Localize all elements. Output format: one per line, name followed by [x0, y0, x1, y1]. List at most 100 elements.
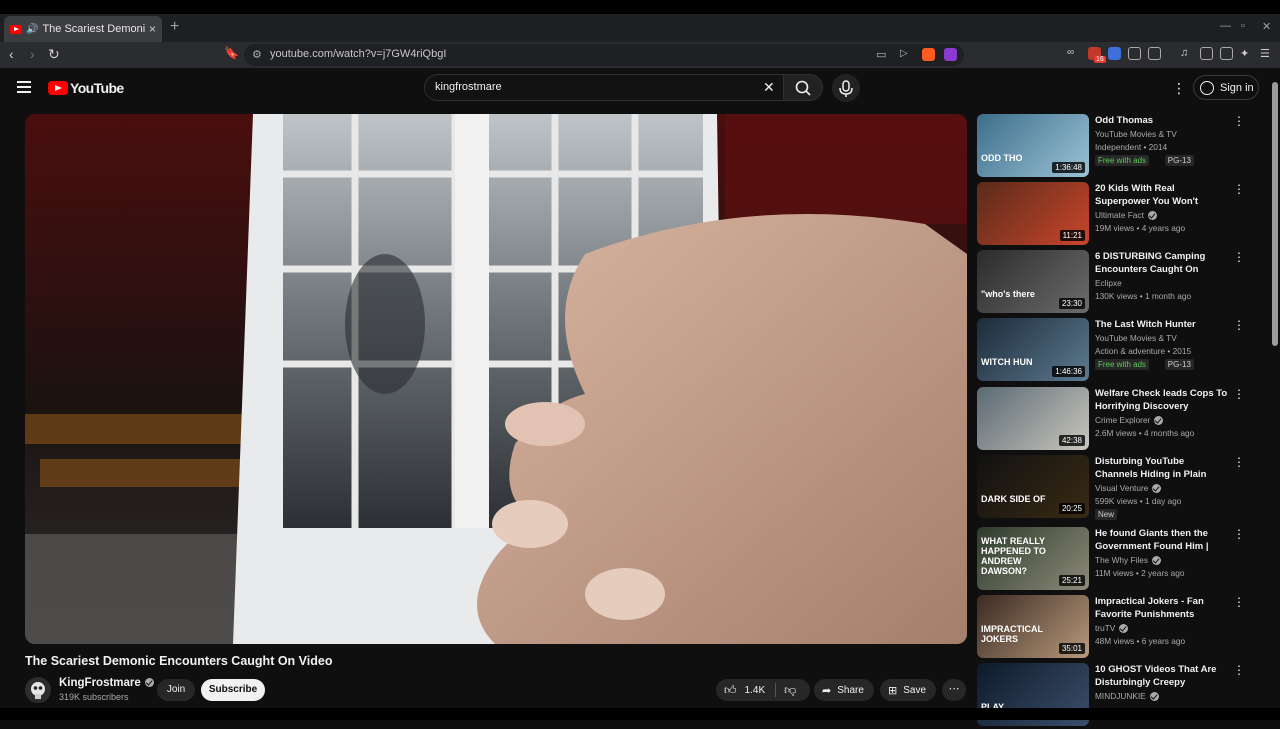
thumbnail-overlay-text: WHAT REALLY HAPPENED TO ANDREW DAWSON?	[981, 536, 1046, 576]
recommendation-item[interactable]: 11:21 20 Kids With Real Superpower You Wo…	[977, 182, 1257, 248]
puzzle-extension-icon[interactable]	[1128, 47, 1141, 60]
recommendation-kebab-icon[interactable]: ⋮	[1233, 663, 1245, 677]
video-thumbnail[interactable]: WHAT REALLY HAPPENED TO ANDREW DAWSON? 25…	[977, 527, 1089, 590]
speaker-icon[interactable]: 🔊	[26, 24, 38, 35]
recommendation-channel[interactable]: The Why Files	[1095, 555, 1162, 566]
hamburger-menu-icon[interactable]	[17, 81, 31, 93]
thumbnail-overlay-text: ODD THO	[981, 153, 1023, 163]
recommendation-title[interactable]: 10 GHOST Videos That Are Disturbingly Cr…	[1095, 663, 1229, 689]
recommendation-channel-label: Crime Explorer	[1095, 415, 1151, 425]
settings-kebab-icon[interactable]: ⋮	[1172, 80, 1186, 97]
like-count[interactable]: 1.4K	[745, 685, 766, 696]
minimize-icon[interactable]: —	[1220, 20, 1231, 32]
channel-name[interactable]: KingFrostmare	[59, 677, 154, 689]
clear-search-icon[interactable]: ✕	[763, 79, 775, 96]
recommendation-title[interactable]: Disturbing YouTube Channels Hiding in Pl…	[1095, 455, 1229, 481]
address-bar[interactable]: ⚙ youtube.com/watch?v=j7GW4riQbgI ▭ ▷	[244, 44, 964, 66]
thumbnail-overlay-text: DARK SIDE OF	[981, 494, 1046, 504]
music-icon[interactable]: ♫	[1180, 47, 1193, 60]
share-button[interactable]: ➦ Share	[814, 679, 874, 701]
recommendation-title[interactable]: The Last Witch Hunter	[1095, 318, 1229, 331]
more-actions-button[interactable]: ⋯	[942, 679, 966, 701]
leo-ai-icon[interactable]: ✦	[1240, 47, 1253, 60]
maximize-icon[interactable]: ▫	[1241, 20, 1245, 32]
dislike-icon[interactable]: 👎︎	[784, 683, 796, 698]
recommendation-channel[interactable]: YouTube Movies & TV	[1095, 333, 1177, 343]
recommendation-kebab-icon[interactable]: ⋮	[1233, 387, 1245, 401]
recommendation-kebab-icon[interactable]: ⋮	[1233, 114, 1245, 128]
verified-icon	[144, 678, 154, 688]
recommendation-title[interactable]: He found Giants then the Government Foun…	[1095, 527, 1229, 553]
wallet-icon[interactable]	[1220, 47, 1233, 60]
site-settings-icon[interactable]: ⚙	[252, 48, 262, 61]
bookmark-icon[interactable]: 🔖	[224, 46, 239, 60]
channel-avatar[interactable]	[25, 677, 51, 703]
search-button[interactable]	[783, 74, 823, 101]
recommendation-title[interactable]: Odd Thomas	[1095, 114, 1229, 127]
scrollbar-thumb[interactable]	[1272, 82, 1278, 346]
recommendation-item[interactable]: IMPRACTICAL JOKERS 35:01 Impractical Joker…	[977, 595, 1257, 661]
subscribe-button[interactable]: Subscribe	[201, 679, 265, 701]
voice-search-button[interactable]	[832, 74, 860, 102]
recommendation-kebab-icon[interactable]: ⋮	[1233, 250, 1245, 264]
video-thumbnail[interactable]: WITCH HUN 1:46:36	[977, 318, 1089, 381]
cast-icon[interactable]: ▭	[876, 48, 886, 61]
recommendation-channel[interactable]: truTV	[1095, 623, 1129, 634]
recommendation-channel[interactable]: Eclipxe	[1095, 278, 1122, 288]
menu-icon[interactable]: ☰	[1260, 47, 1273, 60]
save-icon: ⊞	[888, 684, 898, 697]
recommendation-channel-label: Eclipxe	[1095, 278, 1122, 288]
recommendation-title[interactable]: Welfare Check leads Cops To Horrifying D…	[1095, 387, 1229, 413]
recommendation-title[interactable]: 20 Kids With Real Superpower You Won't B…	[1095, 182, 1229, 208]
extension-blue-icon[interactable]	[1108, 47, 1121, 60]
recommendation-item[interactable]: WHAT REALLY HAPPENED TO ANDREW DAWSON? 25…	[977, 527, 1257, 593]
recommendation-item[interactable]: 42:38 Welfare Check leads Cops To Horrify…	[977, 387, 1257, 453]
recommendation-channel[interactable]: Visual Venture	[1095, 483, 1162, 494]
video-thumbnail[interactable]: IMPRACTICAL JOKERS 35:01	[977, 595, 1089, 658]
brave-rewards-icon[interactable]	[944, 48, 957, 61]
recommendation-kebab-icon[interactable]: ⋮	[1233, 595, 1245, 609]
video-thumbnail[interactable]: 42:38	[977, 387, 1089, 450]
recommendation-item[interactable]: DARK SIDE OF 20:25 Disturbing YouTube Chan…	[977, 455, 1257, 521]
recommendation-channel[interactable]: Ultimate Fact	[1095, 210, 1157, 221]
video-thumbnail[interactable]: DARK SIDE OF 20:25	[977, 455, 1089, 518]
recommendation-item[interactable]: "who's there 23:30 6 DISTURBING Camping En…	[977, 250, 1257, 316]
recommendation-kebab-icon[interactable]: ⋮	[1233, 318, 1245, 332]
recommendation-channel[interactable]: Crime Explorer	[1095, 415, 1164, 426]
send-icon[interactable]: ▷	[900, 48, 908, 59]
sidebar-icon[interactable]	[1200, 47, 1213, 60]
join-button[interactable]: Join	[157, 679, 195, 701]
recommendation-channel[interactable]: YouTube Movies & TV	[1095, 129, 1177, 139]
share-label: Share	[837, 684, 864, 696]
search-input[interactable]: kingfrostmare ✕	[424, 74, 784, 101]
glasses-extension-icon[interactable]: ∞	[1067, 47, 1080, 60]
save-button[interactable]: ⊞ Save	[880, 679, 936, 701]
brave-shield-icon[interactable]	[922, 48, 935, 61]
reload-icon[interactable]: ↻	[48, 46, 60, 63]
recommendation-kebab-icon[interactable]: ⋮	[1233, 527, 1245, 541]
search-icon	[795, 80, 811, 96]
recommendation-item[interactable]: ODD THO 1:36:48 Odd Thomas YouTube Movies &…	[977, 114, 1257, 180]
scrollbar[interactable]	[1270, 68, 1280, 708]
video-thumbnail[interactable]: "who's there 23:30	[977, 250, 1089, 313]
close-window-icon[interactable]: ✕	[1262, 20, 1271, 33]
forward-icon[interactable]: ›	[30, 46, 35, 62]
recommendation-kebab-icon[interactable]: ⋮	[1233, 182, 1245, 196]
browser-tab-active[interactable]: 🔊 The Scariest Demonic En ×	[4, 16, 162, 42]
recommendation-channel-label: YouTube Movies & TV	[1095, 333, 1177, 343]
video-thumbnail[interactable]: ODD THO 1:36:48	[977, 114, 1089, 177]
new-tab-button[interactable]: +	[170, 18, 179, 36]
recommendation-item[interactable]: WITCH HUN 1:46:36 The Last Witch Hunter You…	[977, 318, 1257, 384]
recommendation-title[interactable]: Impractical Jokers - Fan Favorite Punish…	[1095, 595, 1229, 621]
recommendation-kebab-icon[interactable]: ⋮	[1233, 455, 1245, 469]
recommendation-title[interactable]: 6 DISTURBING Camping Encounters Caught O…	[1095, 250, 1229, 276]
tab-close-icon[interactable]: ×	[149, 22, 156, 36]
video-player[interactable]	[25, 114, 967, 644]
youtube-logo[interactable]: YouTube	[48, 80, 124, 96]
video-thumbnail[interactable]: 11:21	[977, 182, 1089, 245]
sign-in-button[interactable]: Sign in	[1193, 75, 1259, 100]
like-icon[interactable]: 👍︎	[724, 683, 737, 698]
recommendation-channel[interactable]: MINDJUNKIE	[1095, 691, 1159, 702]
back-icon[interactable]: ‹	[9, 46, 14, 62]
screenshot-extension-icon[interactable]	[1148, 47, 1161, 60]
